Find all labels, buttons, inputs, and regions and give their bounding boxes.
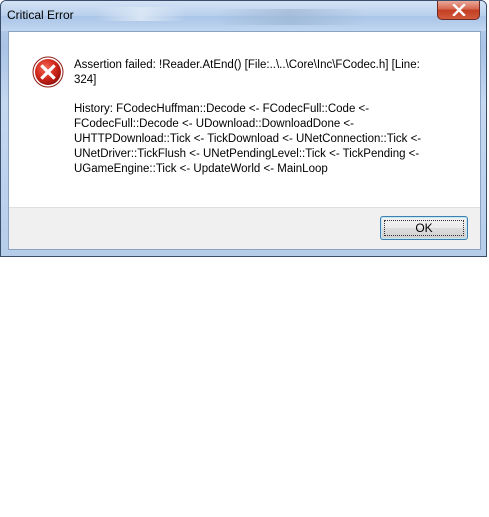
title-bar-glass-blur: [216, 9, 366, 25]
history-text-line: UGameEngine::Tick <- UpdateWorld <- Main…: [74, 163, 328, 175]
dialog-content: Assertion failed: !Reader.AtEnd() [File:…: [8, 31, 481, 250]
history-text-line: UNetDriver::TickFlush <- UNetPendingLeve…: [74, 148, 420, 160]
close-icon: [451, 4, 466, 16]
assertion-text-line: Assertion failed: !Reader.AtEnd() [File:…: [74, 59, 420, 71]
button-bar: OK: [9, 207, 480, 249]
history-text-line: History: FCodecHuffman::Decode <- FCodec…: [74, 103, 370, 115]
history-text-line: UHTTPDownload::Tick <- TickDownload <- U…: [74, 133, 422, 145]
close-button[interactable]: [437, 1, 480, 20]
assertion-text-line: 324]: [74, 74, 97, 86]
title-bar-glass-blur: [96, 7, 186, 21]
error-message: Assertion failed: !Reader.AtEnd() [File:…: [74, 58, 464, 177]
error-dialog-window: Critical Error Assertion failed: !Reader…: [0, 0, 487, 257]
title-bar[interactable]: Critical Error: [1, 1, 486, 31]
error-icon: [32, 56, 64, 88]
history-text-line: FCodecFull::Decode <- UDownload::Downloa…: [74, 118, 354, 130]
ok-button[interactable]: OK: [380, 216, 468, 240]
focus-rectangle: [384, 220, 464, 236]
window-title: Critical Error: [7, 8, 74, 22]
